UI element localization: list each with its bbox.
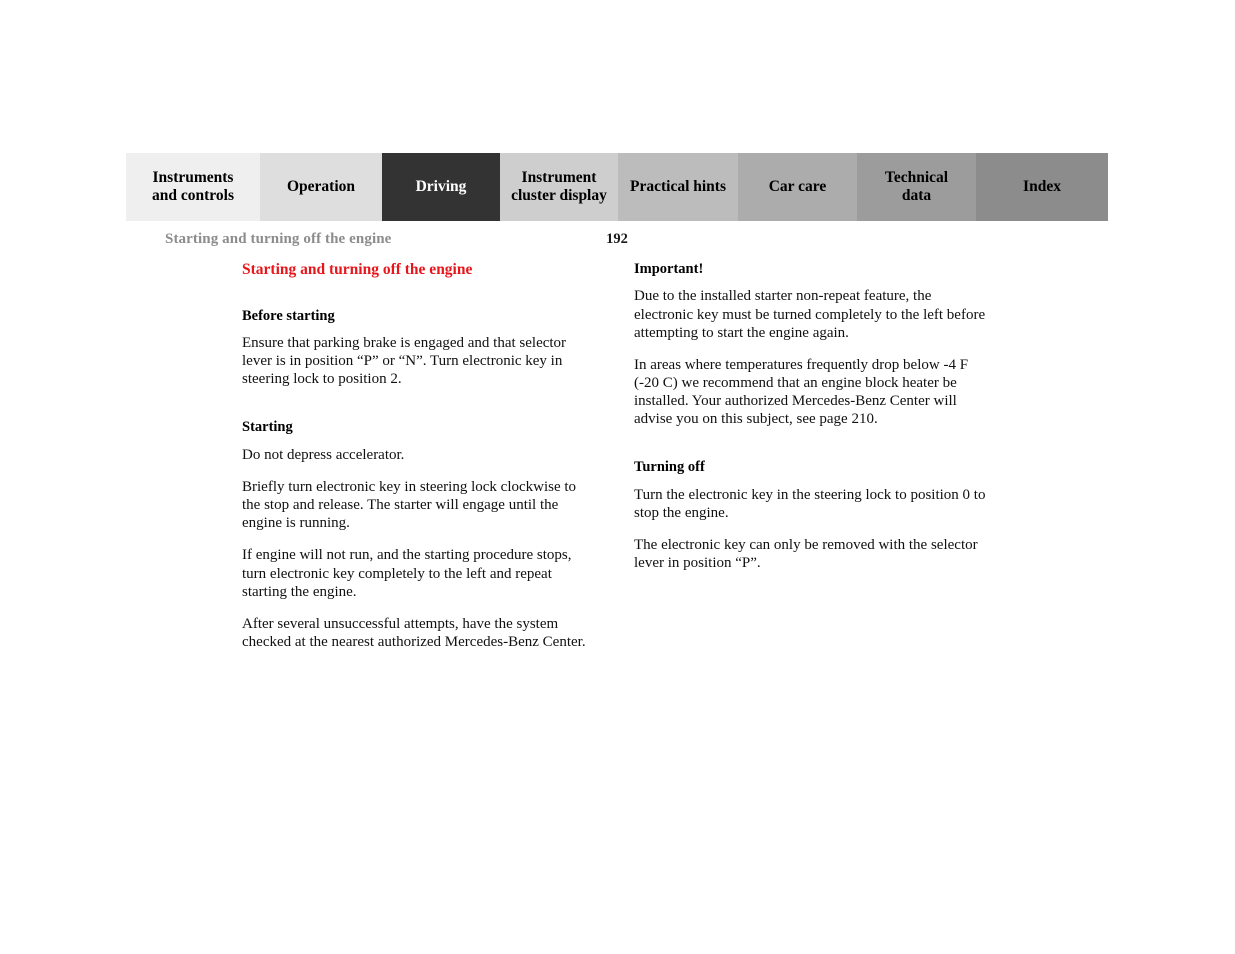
- tab-label: Operation: [286, 177, 356, 195]
- tab-label: Instruments and controls: [152, 168, 234, 204]
- left-column: Starting and turning off the engine Befo…: [242, 261, 598, 651]
- tab-label: Instrument cluster display: [511, 168, 607, 204]
- body-paragraph: Briefly turn electronic key in steering …: [242, 478, 577, 532]
- section-heading: Before starting: [242, 307, 335, 324]
- tab-driving[interactable]: Driving: [382, 153, 500, 221]
- body-paragraph: Ensure that parking brake is engaged and…: [242, 334, 567, 388]
- tab-technical-data[interactable]: Technical data: [857, 153, 976, 221]
- tab-label: Driving: [415, 177, 467, 195]
- body-paragraph: Turn the electronic key in the steering …: [634, 486, 986, 521]
- body-paragraph: The electronic key can only be removed w…: [634, 537, 978, 572]
- tab-label: Technical data: [884, 168, 949, 204]
- section-heading: Turning off: [634, 459, 705, 476]
- body-paragraph: Due to the installed starter non-repeat …: [634, 288, 986, 341]
- right-column: Important! Due to the installed starter n…: [634, 261, 992, 572]
- tab-operation[interactable]: Operation: [260, 153, 382, 221]
- right-column-sections: Important! Due to the installed starter n…: [634, 261, 992, 572]
- left-column-sections: Before starting Ensure that parking brake…: [242, 308, 598, 651]
- section-heading: Important!: [634, 261, 704, 277]
- tab-label: Practical hints: [630, 177, 726, 195]
- page-number: 192: [606, 231, 628, 247]
- tab-index[interactable]: Index: [976, 153, 1108, 221]
- tab-instruments-and-controls[interactable]: Instruments and controls: [126, 153, 260, 221]
- section-heading: Starting: [242, 419, 293, 436]
- body-paragraph: In areas where temperatures frequently d…: [634, 356, 969, 428]
- body-paragraph: If engine will not run, and the starting…: [242, 547, 572, 600]
- tab-instrument-cluster-display[interactable]: Instrument cluster display: [500, 153, 618, 221]
- tab-label: Car care: [768, 177, 827, 195]
- body-paragraph: After several unsuccessful attempts, hav…: [242, 615, 586, 650]
- page-title: Starting and turning off the engine: [242, 261, 473, 278]
- running-head: Starting and turning off the engine: [165, 231, 392, 247]
- body-paragraph: Do not depress accelerator.: [242, 446, 405, 463]
- tab-label: Index: [1023, 177, 1061, 195]
- chapter-tab-bar: Instruments and controls Operation Driving…: [126, 153, 1108, 221]
- tab-practical-hints[interactable]: Practical hints: [618, 153, 738, 221]
- tab-car-care[interactable]: Car care: [738, 153, 857, 221]
